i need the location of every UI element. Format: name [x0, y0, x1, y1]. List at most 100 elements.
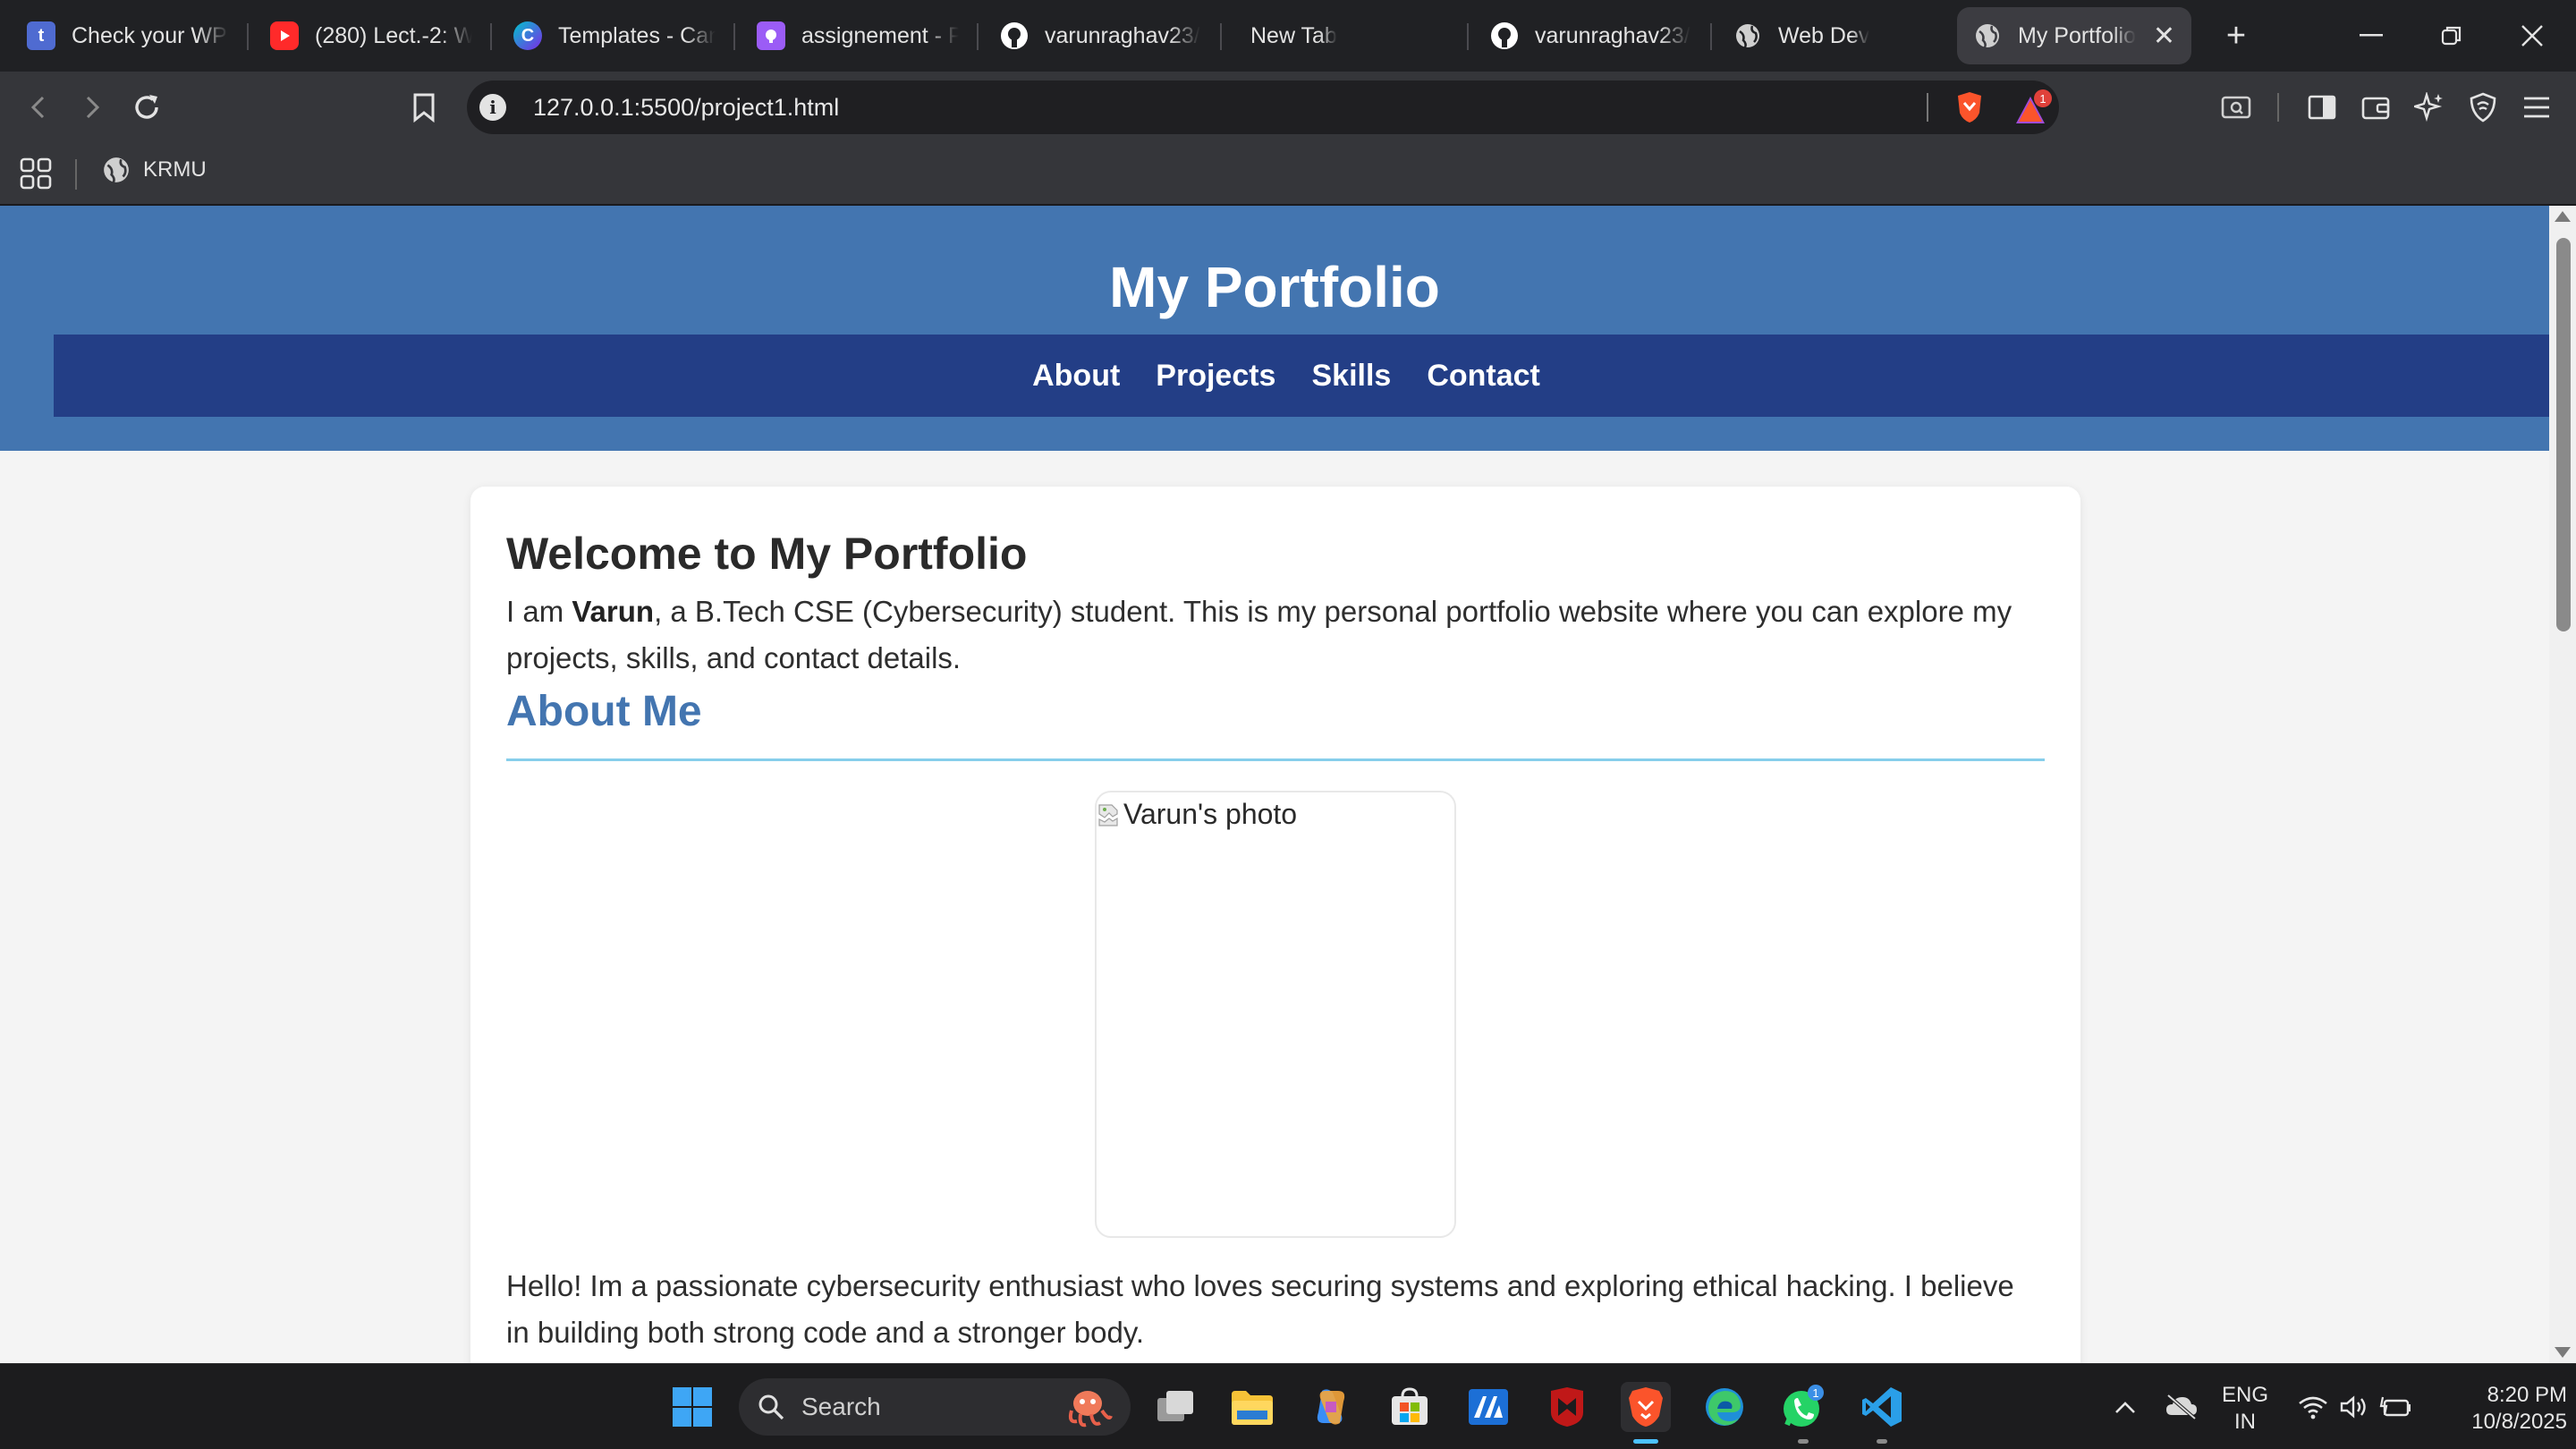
browser-toolbar: i 127.0.0.1:5500/project1.html 1 [0, 72, 2576, 143]
scroll-down-arrow[interactable] [2555, 1347, 2571, 1358]
bookmarks-divider [75, 159, 77, 190]
site-info-icon[interactable]: i [479, 94, 506, 121]
show-hidden-icons-button[interactable] [2106, 1364, 2145, 1449]
search-placeholder: Search [801, 1393, 881, 1420]
system-clock[interactable]: 8:20 PM 10/8/2025 [2433, 1382, 2567, 1436]
menu-icon[interactable] [2512, 82, 2562, 132]
taskbar-search[interactable]: Search [739, 1378, 1131, 1436]
search-icon [758, 1394, 784, 1420]
about-divider [506, 758, 2045, 761]
task-view-button[interactable] [1150, 1382, 1200, 1432]
site-title: My Portfolio [1109, 255, 1440, 319]
site-nav: About Projects Skills Contact [54, 335, 2549, 417]
vscode-button[interactable] [1857, 1382, 1907, 1432]
ms-store-button[interactable] [1385, 1382, 1435, 1432]
vpn-shield-icon[interactable] [2458, 82, 2508, 132]
page-scrollbar[interactable] [2549, 206, 2576, 1363]
forward-button[interactable] [66, 82, 116, 132]
youtube-icon [270, 21, 299, 50]
bookmark-krmu[interactable]: KRMU [102, 156, 207, 184]
wallet-icon[interactable] [2351, 82, 2401, 132]
bio-paragraph: Hello! Im a passionate cybersecurity ent… [506, 1269, 2014, 1349]
language-code: ENG [2221, 1383, 2268, 1407]
brave-browser-button[interactable] [1621, 1382, 1671, 1432]
clock-time: 8:20 PM [2487, 1383, 2567, 1407]
copilot-icon [1317, 1389, 1345, 1425]
intro-suffix: , a B.Tech CSE (Cybersecurity) student. … [506, 595, 2012, 674]
screenshot-icon[interactable] [2211, 82, 2261, 132]
toolbar-divider [2277, 93, 2279, 122]
tab-new-tab[interactable]: New Tab [1234, 7, 1469, 64]
onedrive-offline-icon[interactable] [2159, 1364, 2204, 1449]
battery-icon[interactable] [2376, 1364, 2415, 1449]
bookmark-label: KRMU [143, 157, 207, 182]
intro-paragraph: I am Varun, a B.Tech CSE (Cybersecurity)… [506, 589, 2045, 682]
start-button[interactable] [667, 1382, 717, 1432]
broken-image-placeholder: Varun's photo [1097, 798, 1297, 831]
tab-canva[interactable]: C Templates - Canva [497, 7, 732, 64]
windows-icon [673, 1387, 712, 1427]
file-explorer-button[interactable] [1227, 1382, 1277, 1432]
tab-youtube[interactable]: (280) Lect.-2: Wa [254, 7, 488, 64]
tab-my-portfolio[interactable]: My Portfolio ✕ [1957, 7, 2191, 64]
store-icon [1392, 1387, 1428, 1425]
nav-skills-link[interactable]: Skills [1311, 359, 1391, 394]
whatsapp-button[interactable]: 1 [1778, 1382, 1828, 1432]
copilot-button[interactable] [1306, 1382, 1356, 1432]
active-app-indicator [1633, 1439, 1658, 1444]
mcafee-button[interactable] [1542, 1382, 1592, 1432]
taskbar: Search 1 ENG IN 8:20 PM 10/8/2025 [0, 1363, 2576, 1449]
close-window-button[interactable] [2492, 0, 2572, 72]
tab-assignement[interactable]: assignement - P [741, 7, 975, 64]
tab-divider [247, 23, 249, 50]
close-tab-icon[interactable]: ✕ [2139, 21, 2175, 52]
new-tab-button[interactable]: + [2213, 13, 2259, 59]
nav-contact-link[interactable]: Contact [1427, 359, 1540, 394]
brave-rewards-icon[interactable]: 1 [2012, 88, 2054, 127]
nav-projects-link[interactable]: Projects [1156, 359, 1275, 394]
tab-title: Check your WPM [72, 22, 229, 48]
app-ma-button[interactable] [1463, 1382, 1513, 1432]
about-heading: About Me [506, 688, 702, 735]
app-icon [757, 21, 785, 50]
back-button[interactable] [14, 82, 64, 132]
address-bar[interactable]: i 127.0.0.1:5500/project1.html 1 [467, 80, 2059, 134]
reload-button[interactable] [122, 82, 172, 132]
language-indicator[interactable]: ENG IN [2218, 1382, 2272, 1436]
clock-date: 10/8/2025 [2471, 1410, 2567, 1434]
page-viewport: My Portfolio About Projects Skills Conta… [0, 206, 2549, 1363]
canva-icon: C [513, 21, 542, 50]
tab-title: varunraghav23/ [1535, 22, 1690, 48]
intro-name: Varun [572, 595, 655, 628]
apps-grid-icon[interactable] [20, 157, 52, 190]
brave-shields-icon[interactable] [1952, 89, 1987, 125]
edge-button[interactable] [1699, 1382, 1750, 1432]
volume-icon[interactable] [2336, 1364, 2372, 1449]
globe-icon [1973, 21, 2002, 50]
scroll-up-arrow[interactable] [2555, 211, 2571, 222]
tab-divider [490, 23, 492, 50]
sidebar-icon[interactable] [2297, 82, 2347, 132]
tab-strip: t Check your WPM (280) Lect.-2: Wa C Tem… [0, 0, 2576, 72]
broken-image-icon [1098, 803, 1118, 826]
tab-web-dev[interactable]: Web Dev [1717, 7, 1952, 64]
tab-github-1[interactable]: varunraghav23/ [984, 7, 1218, 64]
minimize-button[interactable] [2331, 0, 2411, 72]
tab-title: Web Dev [1778, 22, 1870, 48]
wifi-icon[interactable] [2295, 1364, 2331, 1449]
mcafee-icon [1551, 1387, 1583, 1427]
region-code: IN [2234, 1410, 2256, 1434]
tab-github-2[interactable]: varunraghav23/ [1474, 7, 1708, 64]
leo-ai-icon[interactable] [2404, 82, 2454, 132]
nav-about-link[interactable]: About [1032, 359, 1120, 394]
tab-divider [1467, 23, 1469, 50]
bookmark-icon[interactable] [399, 82, 449, 132]
omnibox-divider [1927, 93, 1928, 122]
scroll-thumb[interactable] [2556, 238, 2571, 631]
notification-badge: 1 [2039, 92, 2046, 106]
github-icon [1000, 21, 1029, 50]
vscode-icon [1862, 1387, 1902, 1427]
url-text[interactable]: 127.0.0.1:5500/project1.html [533, 94, 839, 122]
tab-wpm[interactable]: t Check your WPM [11, 7, 245, 64]
restore-button[interactable] [2411, 0, 2492, 72]
